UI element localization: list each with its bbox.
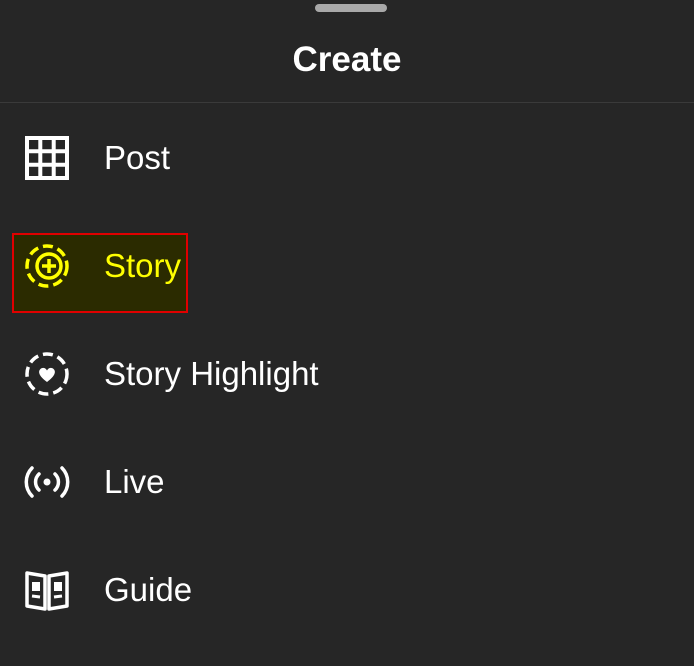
live-broadcast-icon bbox=[24, 459, 70, 505]
menu-item-label: Story Highlight bbox=[104, 355, 319, 392]
menu-item-story-highlight[interactable]: Story Highlight bbox=[0, 320, 694, 428]
create-menu: Post Story Story Highlight Live Guide bbox=[0, 104, 694, 644]
story-highlight-icon bbox=[24, 351, 70, 397]
menu-item-live[interactable]: Live bbox=[0, 428, 694, 536]
menu-item-label: Guide bbox=[104, 571, 193, 608]
guide-book-icon bbox=[24, 567, 70, 613]
menu-item-label: Live bbox=[104, 463, 165, 500]
menu-item-post[interactable]: Post bbox=[0, 104, 694, 212]
sheet-header: Create bbox=[0, 0, 694, 103]
grid-icon bbox=[24, 135, 70, 181]
page-title: Create bbox=[292, 40, 402, 79]
story-add-icon bbox=[24, 243, 70, 289]
menu-item-guide[interactable]: Guide bbox=[0, 536, 694, 644]
menu-item-label: Post bbox=[104, 139, 171, 176]
menu-item-label: Story bbox=[104, 247, 182, 284]
menu-item-story[interactable]: Story bbox=[0, 212, 694, 320]
